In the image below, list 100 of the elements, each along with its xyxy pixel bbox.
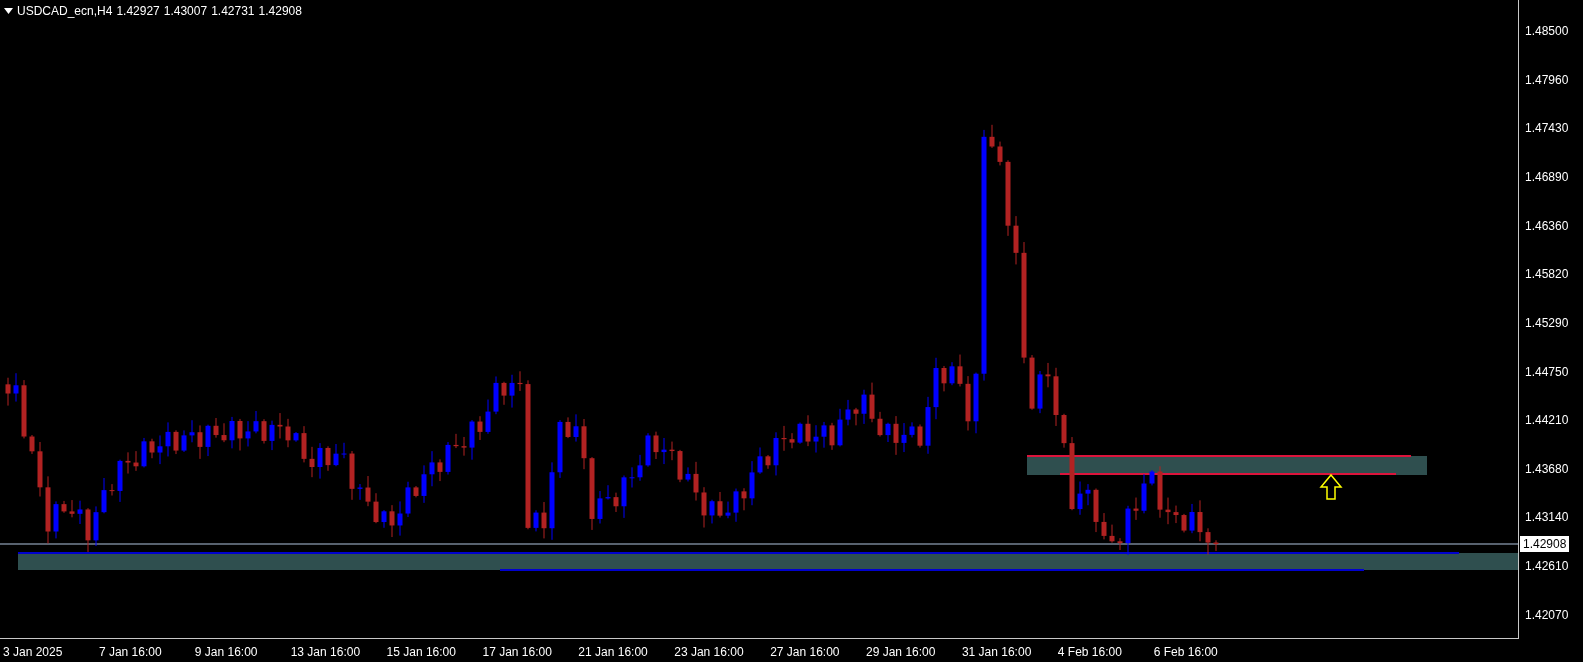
candle [909,421,915,438]
candle [493,375,499,415]
candle [789,432,795,449]
candle [253,410,259,434]
candle [533,509,539,532]
candle [205,424,211,457]
candle [693,461,699,502]
candle [437,458,443,482]
date-tick: 9 Jan 16:00 [194,644,258,659]
candle [373,492,379,524]
date-tick: 3 Jan 2025 [3,644,63,659]
candle [949,361,955,386]
candle [157,434,163,465]
candle [877,411,883,437]
candle [933,357,939,420]
price-tick: 1.42610 [1525,559,1569,574]
candle [845,399,851,426]
candle [941,365,947,392]
candle [733,488,739,523]
candle [309,446,315,478]
candle [277,412,283,439]
candle [1157,465,1163,519]
candle [557,419,563,479]
candle [1149,469,1155,486]
candle [813,424,819,454]
candle [597,490,603,524]
candle [749,460,755,506]
candle [1205,527,1211,555]
candle [381,509,387,529]
candle [357,483,363,501]
candle [117,459,123,503]
candle [1109,524,1115,544]
candle [1077,481,1083,516]
price-tick: 1.44210 [1525,413,1569,428]
candle [1045,362,1051,388]
candle [797,422,803,445]
candle [901,422,907,453]
candle [685,466,691,482]
candle [93,505,99,547]
price-tick: 1.44750 [1525,364,1569,379]
quote-value: 1.42927 [116,4,160,18]
candle [1189,503,1195,534]
candle [125,451,131,475]
candle [165,421,171,457]
candle [477,415,483,441]
candle [781,425,787,452]
candle [509,374,515,409]
candle [829,422,835,451]
candle [397,500,403,537]
candle [285,418,291,448]
candle [573,413,579,443]
date-tick: 31 Jan 16:00 [961,644,1032,659]
candle [13,372,19,403]
price-tick: 1.47960 [1525,72,1569,87]
candle [605,484,611,501]
price-tick: 1.47430 [1525,121,1569,136]
candle [1085,483,1091,506]
candle [173,429,179,455]
candle [85,507,91,553]
date-tick: 29 Jan 16:00 [866,644,936,659]
date-tick: 6 Feb 16:00 [1153,644,1218,659]
candle [461,436,467,457]
candle [965,375,971,431]
candle [325,445,331,472]
candle [885,422,891,443]
candle [37,441,43,497]
candle [53,500,59,539]
candle [45,475,51,544]
candle [765,454,771,470]
candle [133,450,139,472]
candle [413,485,419,498]
candle [1101,512,1107,540]
candle [677,449,683,483]
candle [653,431,659,460]
candle [109,483,115,496]
date-tick: 23 Jan 16:00 [674,644,744,659]
candle [421,464,427,504]
price-tick: 1.43140 [1525,510,1569,525]
candle [405,481,411,518]
candle [77,500,83,525]
price-tick: 1.45290 [1525,315,1569,330]
candle [269,420,275,451]
candle [229,416,235,449]
candle [1133,497,1139,521]
date-tick: 13 Jan 16:00 [290,644,361,659]
candle [1117,537,1123,551]
candle [1213,539,1219,552]
candle [317,442,323,480]
dropdown-icon[interactable] [4,8,13,14]
candle [349,450,355,501]
candle [1197,499,1203,542]
candle [853,407,859,426]
price-tick: 1.43680 [1525,461,1569,476]
candle [181,429,187,453]
symbol-label: USDCAD_ecn,H4 [17,4,113,18]
quote-value: 1.42731 [211,4,255,18]
quote-value: 1.43007 [163,4,208,18]
candle [101,477,107,514]
candle [1053,367,1059,427]
up-arrow-icon [1319,473,1343,500]
